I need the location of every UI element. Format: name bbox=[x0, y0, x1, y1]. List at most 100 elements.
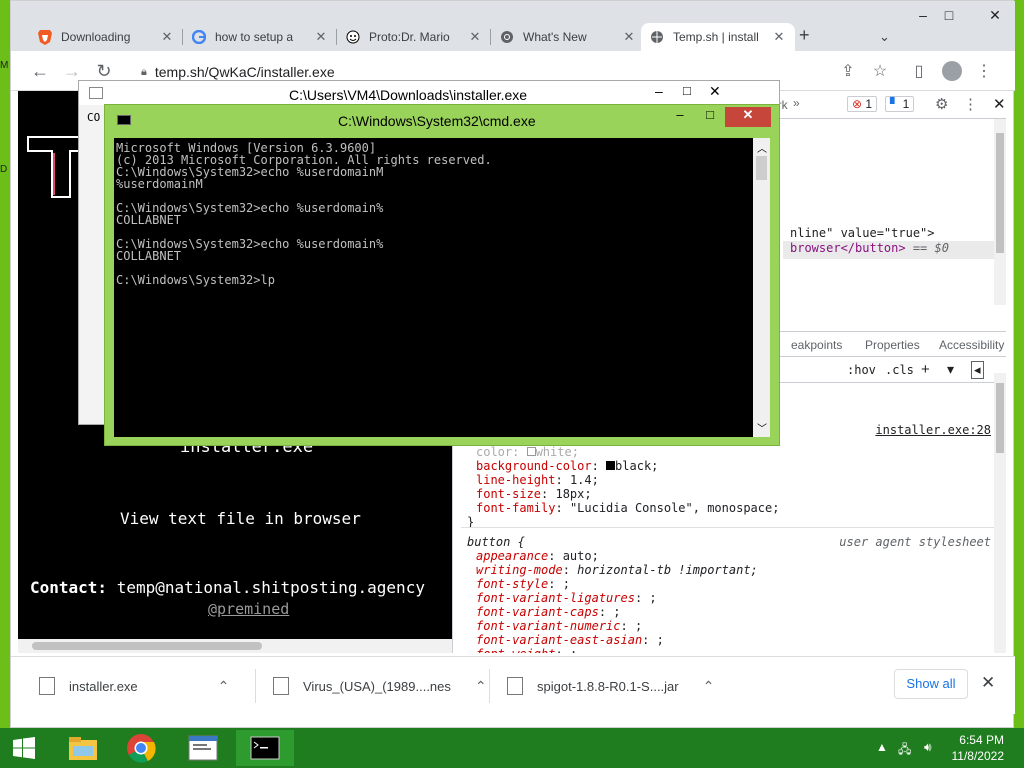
scroll-down-icon[interactable]: ﹀ bbox=[757, 420, 767, 435]
console-line: %userdomainM bbox=[116, 177, 203, 191]
close-window-icon[interactable]: ✕ bbox=[983, 7, 1007, 27]
back-arrow-icon[interactable]: ← bbox=[29, 61, 51, 82]
share-icon[interactable]: ⇪ bbox=[837, 61, 859, 81]
close-tab-icon[interactable]: ✕ bbox=[621, 29, 637, 45]
tab-properties[interactable]: Properties bbox=[865, 338, 920, 352]
new-tab-icon[interactable]: + bbox=[799, 25, 810, 46]
tab-strip: Downloading ✕ how to setup a ✕ Proto:Dr.… bbox=[11, 1, 1015, 51]
minimize-icon[interactable]: – bbox=[911, 7, 935, 27]
css-decl[interactable]: font-size: 18px; bbox=[476, 487, 592, 501]
chevron-up-icon[interactable]: ⌃ bbox=[475, 678, 487, 695]
css-decl[interactable]: font-style: ; bbox=[476, 577, 570, 591]
tab-accessibility[interactable]: Accessibility bbox=[939, 338, 1004, 352]
settings-gear-icon[interactable]: ⚙ bbox=[935, 95, 948, 113]
error-count-badge[interactable]: ⊗ 1 bbox=[847, 96, 878, 112]
cmd-taskbar-icon[interactable] bbox=[236, 730, 294, 766]
add-rule-icon[interactable]: + bbox=[921, 361, 930, 378]
reload-icon[interactable]: ↻ bbox=[93, 61, 115, 82]
scroll-up-icon[interactable]: ︿ bbox=[757, 140, 767, 155]
tab-how-to-setup[interactable]: how to setup a ✕ bbox=[183, 23, 337, 51]
side-panel-icon[interactable]: ▯ bbox=[908, 61, 930, 81]
css-prop: line-height bbox=[476, 473, 556, 487]
tab-temp-sh[interactable]: Temp.sh | install ✕ bbox=[641, 23, 795, 51]
chrome-taskbar-icon[interactable] bbox=[112, 730, 170, 766]
css-decl[interactable]: font-variant-east-asian: ; bbox=[476, 633, 664, 647]
paint-bucket-icon[interactable]: ▾ bbox=[947, 361, 954, 378]
css-decl[interactable]: font-weight: ; bbox=[476, 647, 577, 653]
close-window-icon[interactable]: ✕ bbox=[709, 83, 721, 100]
close-tab-icon[interactable]: ✕ bbox=[771, 29, 787, 45]
close-tab-icon[interactable]: ✕ bbox=[467, 29, 483, 45]
scroll-thumb[interactable] bbox=[32, 642, 262, 650]
css-decl[interactable]: font-variant-caps: ; bbox=[476, 605, 621, 619]
styles-vertical-scrollbar[interactable] bbox=[994, 373, 1006, 653]
hov-toggle[interactable]: :hov bbox=[847, 363, 876, 377]
handle-link[interactable]: @premined bbox=[208, 600, 289, 618]
dom-selected-line[interactable]: browser</button> == $0 bbox=[783, 241, 1006, 259]
devtools-menu-icon[interactable]: ⋮ bbox=[963, 95, 978, 113]
forward-arrow-icon[interactable]: → bbox=[61, 61, 83, 82]
start-button[interactable] bbox=[0, 730, 48, 766]
installer-taskbar-icon[interactable] bbox=[174, 730, 232, 766]
show-all-button[interactable]: Show all bbox=[894, 669, 968, 699]
close-devtools-icon[interactable]: ✕ bbox=[993, 95, 1006, 113]
css-decl[interactable]: color: white; bbox=[476, 445, 579, 459]
close-tab-icon[interactable]: ✕ bbox=[159, 29, 175, 45]
tab-downloading[interactable]: Downloading ✕ bbox=[29, 23, 183, 51]
minimize-icon[interactable]: – bbox=[655, 83, 663, 99]
file-explorer-taskbar-icon[interactable] bbox=[54, 730, 112, 766]
page-horizontal-scrollbar[interactable] bbox=[18, 639, 452, 653]
scroll-thumb[interactable] bbox=[996, 383, 1004, 453]
css-decl[interactable]: font-variant-numeric: ; bbox=[476, 619, 642, 633]
minimize-icon[interactable]: – bbox=[665, 107, 695, 127]
profile-avatar-icon[interactable] bbox=[942, 61, 962, 81]
contact-label: Contact: bbox=[30, 578, 108, 597]
download-filename: installer.exe bbox=[69, 678, 138, 694]
contact-line: Contact: temp@national.shitposting.agenc… bbox=[30, 578, 425, 597]
tab-search-chevron-icon[interactable]: ⌄ bbox=[879, 29, 890, 45]
rule-source-link[interactable]: installer.exe:28 bbox=[875, 423, 991, 437]
bookmark-star-icon[interactable]: ☆ bbox=[869, 61, 891, 81]
volume-icon[interactable]: 🔊︎ bbox=[924, 740, 932, 755]
download-item[interactable]: installer.exe ⌃ bbox=[39, 671, 229, 701]
download-item[interactable]: spigot-1.8.8-R0.1-S....jar ⌃ bbox=[507, 671, 714, 701]
chevron-up-icon[interactable]: ⌃ bbox=[703, 678, 715, 695]
scroll-thumb[interactable] bbox=[996, 133, 1004, 253]
download-item[interactable]: Virus_(USA)_(1989....nes ⌃ bbox=[273, 671, 487, 701]
toggle-sidebar-icon[interactable]: ◂ bbox=[971, 361, 984, 379]
css-decl[interactable]: font-family: "Lucidia Console", monospac… bbox=[476, 501, 779, 515]
show-hidden-icons-chevron-icon[interactable]: ▲ bbox=[876, 740, 888, 754]
more-tabs-icon[interactable]: » bbox=[793, 96, 800, 110]
tab-breakpoints[interactable]: eakpoints bbox=[791, 338, 842, 352]
maximize-icon[interactable]: □ bbox=[683, 83, 691, 98]
cls-toggle[interactable]: .cls bbox=[885, 363, 914, 377]
view-text-button[interactable]: View text file in browser bbox=[120, 509, 361, 528]
console-output[interactable]: Microsoft Windows [Version 6.3.9600] (c) … bbox=[114, 138, 753, 437]
message-count-badge[interactable]: ▘ 1 bbox=[885, 96, 915, 112]
color-swatch[interactable] bbox=[526, 447, 536, 456]
rule-selector[interactable]: button { bbox=[467, 535, 525, 549]
dom-vertical-scrollbar[interactable] bbox=[994, 119, 1006, 305]
css-decl[interactable]: font-variant-ligatures: ; bbox=[476, 591, 657, 605]
close-downloads-bar-icon[interactable]: ✕ bbox=[981, 673, 995, 693]
tab-proto-dr-mario[interactable]: Proto:Dr. Mario ✕ bbox=[337, 23, 491, 51]
css-decl[interactable]: appearance: auto; bbox=[476, 549, 599, 563]
menu-kebab-icon[interactable]: ⋮ bbox=[973, 61, 995, 81]
dom-line[interactable]: nline" value="true"> bbox=[790, 226, 935, 240]
console-vertical-scrollbar[interactable]: ︿ ﹀ bbox=[753, 138, 770, 437]
css-decl[interactable]: writing-mode: horizontal-tb !important; bbox=[476, 563, 758, 577]
css-val: ; bbox=[634, 619, 643, 633]
maximize-icon[interactable]: □ bbox=[695, 107, 725, 127]
chevron-up-icon[interactable]: ⌃ bbox=[218, 678, 230, 695]
close-tab-icon[interactable]: ✕ bbox=[313, 29, 329, 45]
css-decl[interactable]: line-height: 1.4; bbox=[476, 473, 599, 487]
color-swatch[interactable] bbox=[606, 461, 616, 470]
close-window-icon[interactable]: ✕ bbox=[725, 107, 771, 127]
css-decl[interactable]: background-color: black; bbox=[476, 459, 658, 473]
desktop-edge-glyph: D bbox=[0, 164, 8, 175]
clock[interactable]: 6:54 PM 11/8/2022 bbox=[952, 732, 1005, 764]
network-icon[interactable]: 🖧︎ bbox=[898, 740, 911, 761]
scroll-thumb[interactable] bbox=[756, 156, 767, 180]
maximize-icon[interactable]: □ bbox=[937, 7, 961, 27]
tab-whats-new[interactable]: What's New ✕ bbox=[491, 23, 645, 51]
